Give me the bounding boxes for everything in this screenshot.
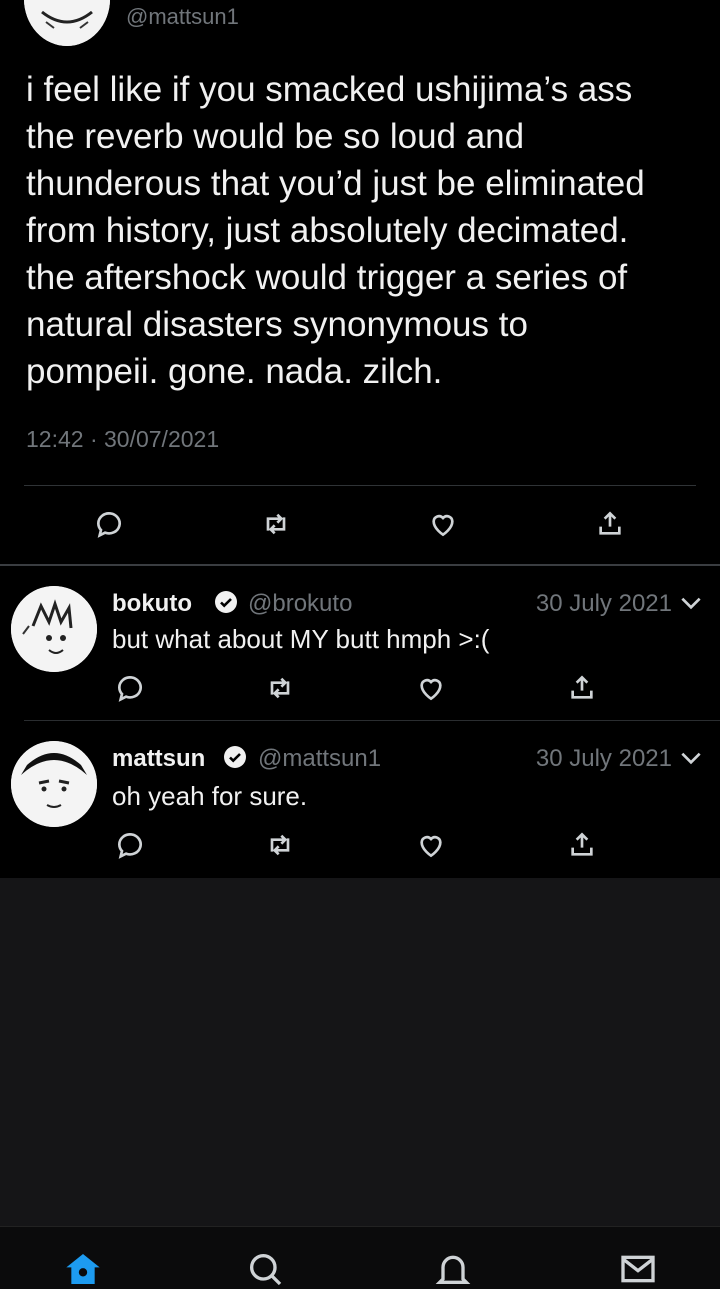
empty-timeline-area	[0, 878, 720, 1226]
avatar[interactable]	[24, 0, 110, 46]
home-icon[interactable]	[63, 1249, 103, 1289]
verified-icon	[215, 591, 237, 613]
avatar-drawing-icon	[11, 586, 97, 672]
chevron-down-icon[interactable]	[678, 590, 704, 616]
reply-icon[interactable]	[112, 827, 148, 863]
main-tweet: @mattsun1 i feel like if you smacked ush…	[0, 0, 720, 564]
author-name[interactable]: bokuto	[112, 590, 192, 618]
bottom-tab-bar	[0, 1226, 720, 1286]
author-name[interactable]: mattsun	[112, 745, 205, 773]
like-icon[interactable]	[425, 506, 461, 542]
retweet-icon[interactable]	[262, 670, 298, 706]
messages-icon[interactable]	[618, 1249, 658, 1289]
avatar-drawing-icon	[11, 741, 97, 827]
reply-icon[interactable]	[112, 670, 148, 706]
tweet-date[interactable]: 30 July 2021	[536, 590, 672, 618]
author-handle[interactable]: @brokuto	[248, 590, 352, 618]
avatar[interactable]	[11, 586, 97, 672]
tweet-timestamp[interactable]: 12:42 · 30/07/2021	[26, 426, 219, 453]
search-icon[interactable]	[245, 1249, 285, 1289]
tweet-text: i feel like if you smacked ushijima’s as…	[26, 70, 645, 391]
like-icon[interactable]	[413, 827, 449, 863]
reply-text: oh yeah for sure.	[112, 781, 308, 811]
tweet-date[interactable]: 30 July 2021	[536, 745, 672, 773]
share-icon[interactable]	[592, 506, 628, 542]
reply-tweet[interactable]: mattsun @mattsun1 30 July 2021 oh yeah f…	[0, 721, 720, 878]
avatar-drawing-icon	[24, 0, 110, 46]
divider	[24, 485, 696, 486]
retweet-icon[interactable]	[258, 506, 294, 542]
share-icon[interactable]	[564, 670, 600, 706]
share-icon[interactable]	[564, 827, 600, 863]
reply-text: but what about MY butt hmph >:(	[112, 624, 490, 654]
reply-tweet[interactable]: bokuto @brokuto 30 July 2021 but what ab…	[0, 566, 720, 721]
author-handle[interactable]: @mattsun1	[126, 4, 239, 30]
like-icon[interactable]	[413, 670, 449, 706]
verified-icon	[224, 746, 246, 768]
author-handle[interactable]: @mattsun1	[258, 745, 381, 773]
notifications-icon[interactable]	[433, 1249, 473, 1289]
chevron-down-icon[interactable]	[678, 745, 704, 771]
reply-icon[interactable]	[91, 506, 127, 542]
avatar[interactable]	[11, 741, 97, 827]
retweet-icon[interactable]	[262, 827, 298, 863]
